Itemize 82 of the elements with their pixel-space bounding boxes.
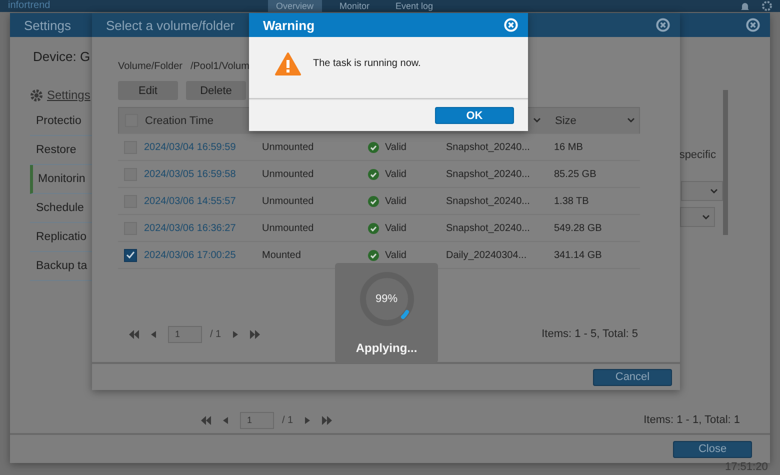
table-cell-text: Daily_20240304...	[446, 250, 528, 260]
caret-icon	[627, 118, 635, 123]
progress-label: Applying...	[356, 341, 418, 355]
warning-icon	[275, 52, 301, 76]
logo: infortrend	[8, 0, 52, 12]
last-icon[interactable]	[321, 416, 334, 424]
ok-button[interactable]: OK	[435, 107, 514, 124]
device-label: Device: G	[32, 49, 92, 66]
close-icon	[746, 18, 760, 32]
check-circle-icon	[368, 222, 379, 234]
creation-time-link[interactable]: 2024/03/05 16:59:58	[144, 168, 262, 180]
check-circle-icon	[368, 250, 379, 260]
creation-time-link[interactable]: 2024/03/04 16:59:59	[144, 142, 262, 152]
creation-time-link[interactable]: 2024/03/06 14:55:57	[144, 196, 262, 206]
close-icon	[656, 18, 670, 32]
validity-cell: Valid	[368, 142, 446, 152]
last-icon[interactable]	[249, 330, 262, 338]
gear-icon	[30, 88, 43, 102]
table-cell-text: Snapshot_20240...	[446, 222, 531, 234]
items-count: Items: 1 - 5, Total: 5	[542, 328, 638, 340]
check-circle-icon	[368, 168, 379, 180]
caret-icon	[533, 118, 541, 123]
row-checkbox[interactable]	[124, 248, 137, 262]
scrollbar[interactable]	[723, 90, 728, 235]
path-value: /Pool1/Volum	[190, 60, 250, 72]
items-count: Items: 1 - 1, Total: 1	[644, 414, 740, 426]
table-cell-text: 341.14 GB	[553, 250, 603, 260]
column-header[interactable]: Size	[555, 114, 576, 126]
nav-tab[interactable]: Monitor	[332, 0, 378, 12]
creation-time-link[interactable]: 2024/03/06 17:00:25	[144, 250, 262, 260]
toolbar-button[interactable]: Delete	[186, 81, 246, 100]
dropdown[interactable]	[681, 181, 723, 201]
check-icon	[126, 251, 135, 259]
page-field[interactable]: 1	[168, 326, 202, 342]
gear-icon[interactable]	[762, 1, 772, 11]
table-cell-text: Mounted	[262, 250, 302, 260]
nav-tab[interactable]: Event log	[388, 0, 442, 12]
dropdown[interactable]	[680, 207, 715, 227]
table-cell-text: 16 MB	[553, 142, 584, 152]
close-button[interactable]	[746, 18, 760, 32]
table-cell-text: Unmounted	[262, 168, 315, 180]
caret-icon	[710, 188, 718, 194]
check-circle-icon	[368, 142, 379, 152]
close-button[interactable]	[656, 18, 670, 32]
description-text: specific	[679, 149, 716, 161]
table-cell-text: Snapshot_20240...	[446, 142, 531, 152]
first-icon[interactable]	[128, 330, 140, 338]
warning-title: Warning	[263, 18, 315, 32]
spinner-drawing	[358, 271, 414, 327]
close-button[interactable]: Close	[673, 440, 752, 458]
bell-icon[interactable]	[740, 1, 750, 11]
validity-cell: Valid	[368, 196, 446, 206]
page-count: / 1	[210, 328, 222, 340]
dialog-title: Select a volume/folder	[106, 18, 235, 32]
nav-tab[interactable]: Overview	[268, 0, 322, 12]
table-cell-text: Unmounted	[262, 142, 315, 152]
validity-cell: Valid	[368, 250, 446, 260]
column-header[interactable]: Creation Time	[145, 114, 214, 126]
table-cell-text: Unmounted	[262, 222, 315, 234]
close-icon	[504, 18, 518, 32]
page-count: / 1	[282, 414, 294, 426]
table-cell-text: Unmounted	[262, 196, 315, 206]
cancel-button[interactable]: Cancel	[593, 368, 672, 386]
path-label: Volume/Folder	[118, 60, 182, 72]
window-title: Settings	[24, 18, 71, 32]
creation-time-link[interactable]: 2024/03/06 16:36:27	[144, 222, 262, 234]
first-icon[interactable]	[200, 416, 212, 424]
validity-cell: Valid	[368, 222, 446, 234]
settings-link[interactable]: Settings	[30, 83, 92, 107]
table-cell-text: 1.38 TB	[553, 196, 590, 206]
progress-percent: 99%	[375, 293, 398, 305]
validity-cell: Valid	[368, 168, 446, 180]
page-field[interactable]: 1	[240, 412, 274, 428]
table-cell-text: 549.28 GB	[553, 222, 603, 234]
table-cell-text: Snapshot_20240...	[446, 196, 531, 206]
toolbar-button[interactable]: Edit	[118, 81, 178, 100]
check-circle-icon	[368, 196, 379, 206]
caret-icon	[702, 214, 710, 220]
table-cell-text: Snapshot_20240...	[446, 168, 531, 180]
table-cell-text: 85.25 GB	[553, 168, 598, 180]
clock: 17:51:20	[725, 461, 768, 473]
warning-message: The task is running now.	[313, 58, 421, 69]
